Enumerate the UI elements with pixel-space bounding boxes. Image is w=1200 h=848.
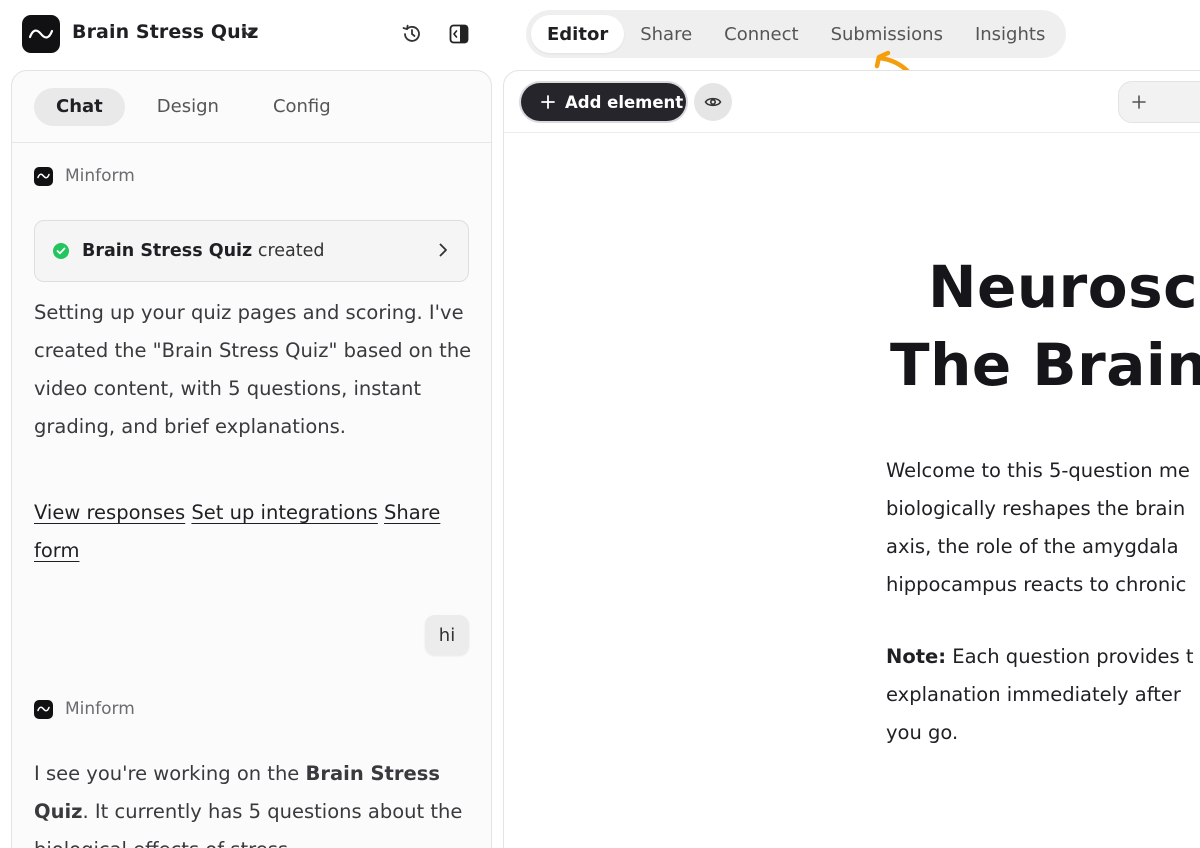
tab-config[interactable]: Config	[251, 88, 353, 126]
form-intro-paragraph[interactable]: Welcome to this 5-question me biological…	[886, 452, 1200, 604]
plus-icon	[541, 95, 555, 109]
sender-name: Minform	[65, 166, 135, 186]
form-created-card[interactable]: Brain Stress Quiz created	[34, 220, 469, 282]
history-icon[interactable]	[400, 22, 424, 46]
message-links: View responses Set up integrations Share…	[34, 494, 474, 570]
editor-toolbar: Add element	[504, 71, 1200, 133]
tab-share[interactable]: Share	[624, 15, 708, 53]
user-message-bubble: hi	[425, 615, 469, 655]
tab-connect[interactable]: Connect	[708, 15, 814, 53]
eye-icon	[704, 97, 722, 107]
assistant-message: I see you're working on the Brain Stress…	[34, 762, 463, 848]
tab-insights[interactable]: Insights	[959, 15, 1061, 53]
minform-logo-icon	[34, 699, 53, 719]
sender-name: Minform	[65, 699, 135, 719]
preview-button[interactable]	[694, 83, 732, 121]
chevron-right-icon	[439, 242, 448, 261]
tab-design[interactable]: Design	[135, 88, 241, 126]
main-tabs: Editor Share Connect Submissions Insight…	[526, 10, 1067, 58]
chevron-down-icon[interactable]	[238, 22, 258, 42]
plus-icon	[1132, 95, 1146, 109]
assistant-message: Setting up your quiz pages and scoring. …	[34, 301, 472, 438]
form-heading-line-2[interactable]: The Brain	[890, 331, 1200, 399]
set-up-integrations-link[interactable]: Set up integrations	[191, 501, 377, 524]
add-page-button[interactable]	[1118, 81, 1200, 123]
editor-panel: Add element Neuroscience The Brain Welco…	[503, 70, 1200, 848]
tab-editor[interactable]: Editor	[531, 15, 625, 53]
add-element-button[interactable]: Add element	[521, 83, 686, 121]
app-logo-icon[interactable]	[22, 15, 60, 53]
form-heading-line-1[interactable]: Neuroscience	[928, 253, 1200, 321]
chat-panel: Chat Design Config Minform Brain Stress …	[11, 70, 492, 848]
message-sender: Minform	[34, 166, 135, 186]
form-title[interactable]: Brain Stress Quiz	[72, 21, 259, 43]
check-circle-icon	[53, 243, 69, 259]
minform-logo-icon	[34, 166, 53, 186]
form-note-paragraph[interactable]: Note: Each question provides t explanati…	[886, 638, 1200, 752]
tab-chat[interactable]: Chat	[34, 87, 125, 126]
top-bar: Brain Stress Quiz Editor Share Connect S…	[0, 0, 1200, 70]
card-label: Brain Stress Quiz created	[82, 241, 325, 261]
message-sender: Minform	[34, 699, 135, 719]
panel-toggle-icon[interactable]	[447, 22, 471, 46]
view-responses-link[interactable]: View responses	[34, 501, 185, 524]
sidebar-tabs: Chat Design Config	[12, 71, 491, 143]
